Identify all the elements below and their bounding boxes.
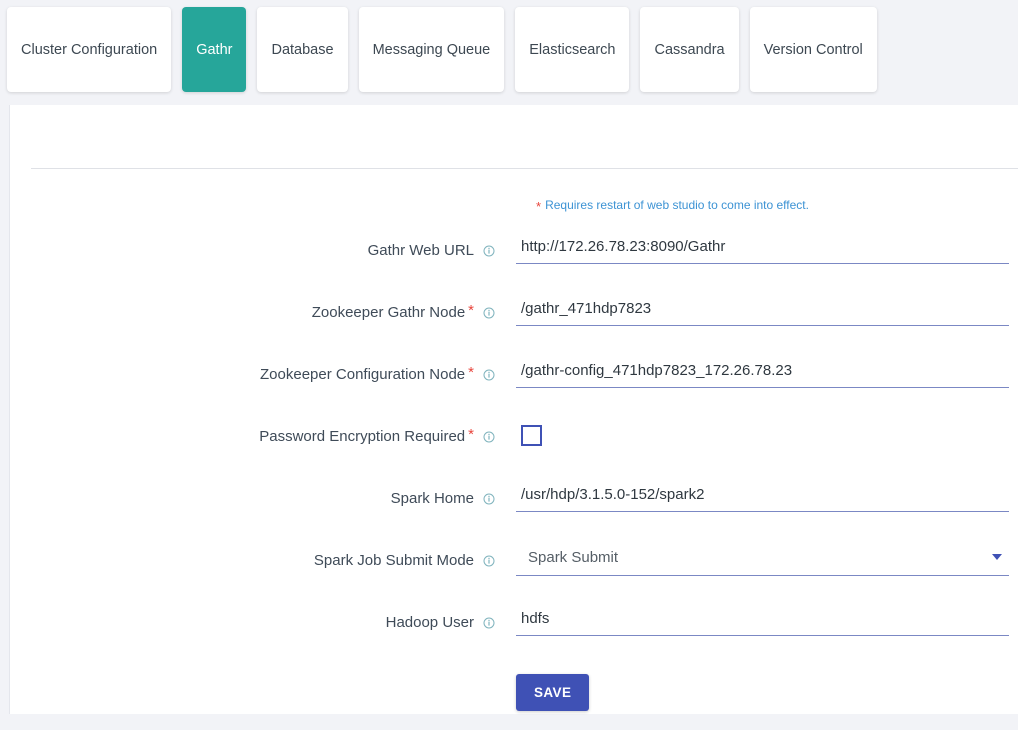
tab-label: Database	[271, 42, 333, 58]
note-text: Requires restart of web studio to come i…	[545, 198, 809, 212]
field-label: Gathr Web URL	[0, 236, 495, 259]
form-row-zookeeper-configuration-node: Zookeeper Configuration Node *	[0, 360, 1009, 422]
field-control	[516, 236, 1009, 264]
tab-database[interactable]: Database	[257, 7, 347, 92]
field-control: Spark Submit	[516, 546, 1009, 576]
required-asterisk: *	[536, 199, 541, 214]
form-row-zookeeper-gathr-node: Zookeeper Gathr Node *	[0, 298, 1009, 360]
form-row-spark-home: Spark Home	[0, 484, 1009, 546]
tab-label: Elasticsearch	[529, 42, 615, 58]
tab-messaging-queue[interactable]: Messaging Queue	[359, 7, 505, 92]
tab-label: Gathr	[196, 42, 232, 58]
label-text: Password Encryption Required	[259, 428, 465, 445]
settings-tab-strip: Cluster Configuration Gathr Database Mes…	[0, 0, 1018, 105]
hadoop-user-input[interactable]	[516, 608, 1009, 636]
field-control	[516, 298, 1009, 326]
gathr-settings-form: Gathr Web URL Zookeeper Gathr Node * Zoo…	[0, 236, 1009, 730]
actions-spacer	[0, 670, 495, 730]
spark-job-submit-mode-select[interactable]: Spark Submit	[516, 546, 1009, 576]
password-encryption-required-checkbox[interactable]	[521, 425, 542, 446]
field-label: Zookeeper Configuration Node *	[0, 360, 495, 383]
tab-elasticsearch[interactable]: Elasticsearch	[515, 7, 629, 92]
required-asterisk: *	[468, 365, 474, 380]
select-wrapper: Spark Submit	[516, 546, 1009, 576]
label-text: Gathr Web URL	[368, 242, 474, 259]
save-button[interactable]: SAVE	[516, 674, 589, 711]
tab-gathr[interactable]: Gathr	[182, 7, 246, 92]
tab-cassandra[interactable]: Cassandra	[640, 7, 738, 92]
field-label: Password Encryption Required *	[0, 422, 495, 445]
info-circle-icon[interactable]	[483, 617, 495, 629]
field-label: Spark Job Submit Mode	[0, 546, 495, 569]
field-label: Spark Home	[0, 484, 495, 507]
field-control	[516, 360, 1009, 388]
form-row-spark-job-submit-mode: Spark Job Submit Mode Spark Submit	[0, 546, 1009, 608]
tab-label: Cluster Configuration	[21, 42, 157, 58]
required-asterisk: *	[468, 427, 474, 442]
label-text: Spark Home	[391, 490, 474, 507]
form-row-gathr-web-url: Gathr Web URL	[0, 236, 1009, 298]
form-row-hadoop-user: Hadoop User	[0, 608, 1009, 670]
field-control	[516, 608, 1009, 636]
spark-home-input[interactable]	[516, 484, 1009, 512]
info-circle-icon[interactable]	[483, 493, 495, 505]
info-circle-icon[interactable]	[483, 307, 495, 319]
gathr-web-url-input[interactable]	[516, 236, 1009, 264]
tab-label: Version Control	[764, 42, 863, 58]
info-circle-icon[interactable]	[483, 431, 495, 443]
form-actions: SAVE	[0, 670, 1009, 730]
label-text: Zookeeper Gathr Node	[312, 304, 465, 321]
tab-label: Cassandra	[654, 42, 724, 58]
field-control	[516, 484, 1009, 512]
zookeeper-configuration-node-input[interactable]	[516, 360, 1009, 388]
tab-version-control[interactable]: Version Control	[750, 7, 877, 92]
tab-cluster-configuration[interactable]: Cluster Configuration	[7, 7, 171, 92]
restart-required-note: * Requires restart of web studio to come …	[536, 197, 809, 212]
zookeeper-gathr-node-input[interactable]	[516, 298, 1009, 326]
panel-divider	[31, 168, 1018, 169]
field-label: Hadoop User	[0, 608, 495, 631]
field-label: Zookeeper Gathr Node *	[0, 298, 495, 321]
info-circle-icon[interactable]	[483, 555, 495, 567]
label-text: Hadoop User	[386, 614, 474, 631]
field-control	[516, 422, 1009, 446]
required-asterisk: *	[468, 303, 474, 318]
tab-label: Messaging Queue	[373, 42, 491, 58]
info-circle-icon[interactable]	[483, 369, 495, 381]
info-circle-icon[interactable]	[483, 245, 495, 257]
label-text: Zookeeper Configuration Node	[260, 366, 465, 383]
label-text: Spark Job Submit Mode	[314, 552, 474, 569]
form-row-password-encryption-required: Password Encryption Required *	[0, 422, 1009, 484]
